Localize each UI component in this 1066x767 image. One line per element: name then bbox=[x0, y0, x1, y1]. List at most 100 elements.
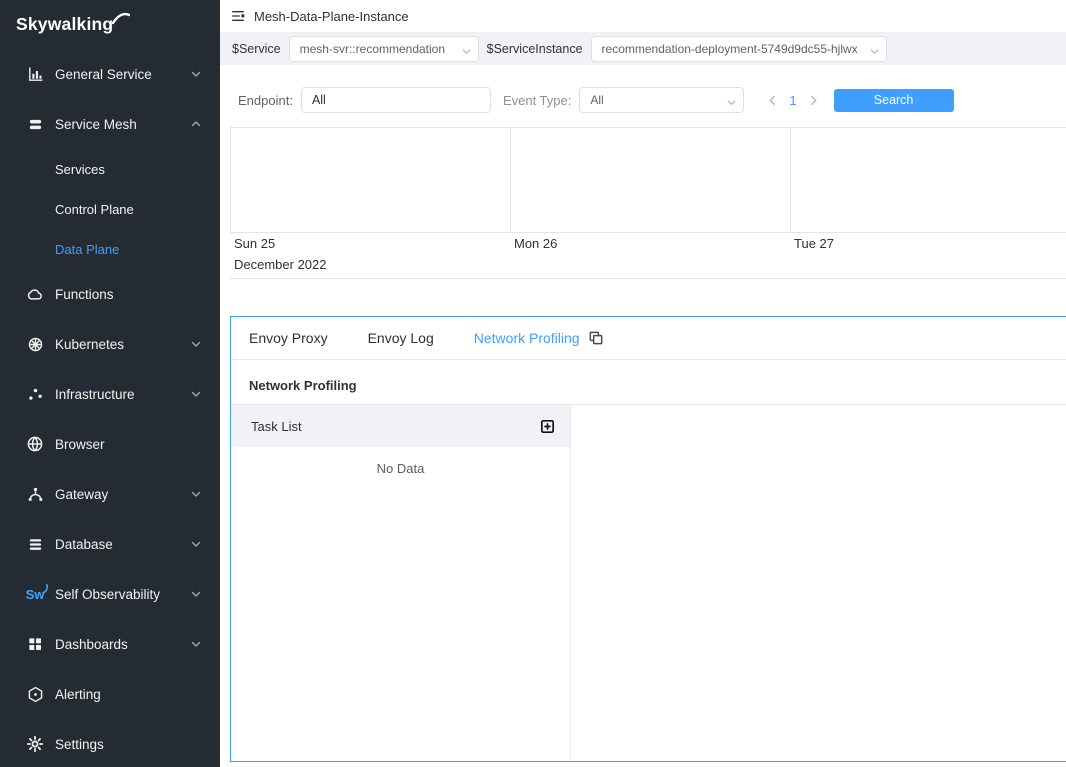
sw-icon: Sw bbox=[25, 587, 45, 602]
service-select[interactable]: mesh-svr::recommendation bbox=[289, 36, 479, 62]
chevron-down-icon bbox=[190, 338, 202, 350]
logo-swoosh-icon bbox=[112, 11, 130, 25]
task-list-empty-text: No Data bbox=[231, 461, 570, 476]
network-profiling-widget: Envoy Proxy Envoy Log Network Profiling … bbox=[230, 316, 1066, 762]
instance-select-value: recommendation-deployment-5749d9dc55-hjl… bbox=[602, 42, 858, 56]
sidebar-item-label: General Service bbox=[55, 67, 152, 82]
alert-icon bbox=[25, 686, 45, 703]
service-instance-select[interactable]: recommendation-deployment-5749d9dc55-hjl… bbox=[591, 36, 887, 62]
sidebar-item-label: Settings bbox=[55, 737, 104, 752]
sidebar-subitem-label: Control Plane bbox=[55, 202, 134, 217]
sidebar-item-functions[interactable]: Functions bbox=[0, 269, 220, 319]
sidebar-subitem-services[interactable]: Services bbox=[0, 149, 220, 189]
search-button[interactable]: Search bbox=[834, 89, 954, 112]
sidebar-item-label: Database bbox=[55, 537, 113, 552]
timeline-day-label: Mon 26 bbox=[510, 236, 790, 251]
sidebar-item-service-mesh[interactable]: Service Mesh bbox=[0, 99, 220, 149]
page-number[interactable]: 1 bbox=[789, 93, 796, 108]
timeline-day-labels: Sun 25 Mon 26 Tue 27 bbox=[230, 236, 1066, 251]
timeline-column bbox=[510, 128, 790, 232]
event-type-label: Event Type: bbox=[503, 93, 571, 108]
sidebar-item-dashboards[interactable]: Dashboards bbox=[0, 619, 220, 669]
tab-network-profiling[interactable]: Network Profiling bbox=[474, 330, 604, 346]
layers-icon bbox=[25, 116, 45, 133]
timeline-column bbox=[790, 128, 1066, 232]
sidebar-item-label: Alerting bbox=[55, 687, 101, 702]
event-type-select-value: All bbox=[590, 93, 603, 107]
sidebar-item-infrastructure[interactable]: Infrastructure bbox=[0, 369, 220, 419]
tab-label: Envoy Proxy bbox=[249, 330, 328, 346]
variable-bar: $Service mesh-svr::recommendation $Servi… bbox=[220, 32, 1066, 65]
sidebar-subitem-label: Services bbox=[55, 162, 105, 177]
chevron-down-icon bbox=[190, 488, 202, 500]
sidebar-item-kubernetes[interactable]: Kubernetes bbox=[0, 319, 220, 369]
sidebar: Skywalking General Service Service Mesh … bbox=[0, 0, 220, 767]
logo-text: Skywalking bbox=[16, 14, 113, 35]
chevron-down-icon bbox=[190, 588, 202, 600]
tab-envoy-proxy[interactable]: Envoy Proxy bbox=[249, 330, 328, 346]
sidebar-menu: General Service Service Mesh Services Co… bbox=[0, 49, 220, 767]
sidebar-subitem-data-plane[interactable]: Data Plane bbox=[0, 229, 220, 269]
add-task-button[interactable] bbox=[539, 418, 556, 435]
chevron-down-icon bbox=[190, 388, 202, 400]
sidebar-item-database[interactable]: Database bbox=[0, 519, 220, 569]
instance-var-label: $ServiceInstance bbox=[487, 42, 583, 56]
timeline-month-label: December 2022 bbox=[230, 257, 1066, 272]
sidebar-subitem-control-plane[interactable]: Control Plane bbox=[0, 189, 220, 229]
sidebar-item-settings[interactable]: Settings bbox=[0, 719, 220, 767]
dashboard-template-icon bbox=[230, 8, 246, 24]
service-select-value: mesh-svr::recommendation bbox=[300, 42, 445, 56]
sidebar-item-gateway[interactable]: Gateway bbox=[0, 469, 220, 519]
endpoint-input[interactable] bbox=[301, 87, 491, 113]
event-list-widget: Endpoint: Event Type: All 1 Search bbox=[230, 65, 1066, 279]
event-toolbar: Endpoint: Event Type: All 1 Search bbox=[230, 87, 1066, 113]
sidebar-item-self-observability[interactable]: Sw Self Observability bbox=[0, 569, 220, 619]
chevron-down-icon bbox=[190, 538, 202, 550]
nodes-icon bbox=[25, 386, 45, 403]
sidebar-item-label: Kubernetes bbox=[55, 337, 124, 352]
database-icon bbox=[25, 536, 45, 553]
sidebar-item-label: Gateway bbox=[55, 487, 108, 502]
grid-icon bbox=[25, 636, 45, 652]
sidebar-item-general-service[interactable]: General Service bbox=[0, 49, 220, 99]
sidebar-item-label: Service Mesh bbox=[55, 117, 137, 132]
bar-chart-icon bbox=[25, 66, 45, 83]
kubernetes-icon bbox=[25, 336, 45, 353]
event-timeline-chart bbox=[230, 127, 1066, 233]
sidebar-item-alerting[interactable]: Alerting bbox=[0, 669, 220, 719]
pagination: 1 bbox=[766, 93, 819, 108]
service-var-label: $Service bbox=[232, 42, 281, 56]
dashboard-titlebar: Mesh-Data-Plane-Instance bbox=[220, 0, 1066, 32]
gateway-icon bbox=[25, 486, 45, 503]
page-title: Mesh-Data-Plane-Instance bbox=[254, 9, 409, 24]
cloud-icon bbox=[25, 285, 45, 303]
profiling-chart-area bbox=[571, 405, 1066, 761]
sidebar-item-label: Infrastructure bbox=[55, 387, 135, 402]
sidebar-subitem-label: Data Plane bbox=[55, 242, 119, 257]
chevron-down-icon bbox=[461, 44, 472, 62]
event-type-select[interactable]: All bbox=[579, 87, 744, 113]
endpoint-label: Endpoint: bbox=[238, 93, 293, 108]
chevron-down-icon bbox=[190, 638, 202, 650]
section-title: Network Profiling bbox=[231, 360, 1066, 405]
sidebar-item-browser[interactable]: Browser bbox=[0, 419, 220, 469]
globe-icon bbox=[25, 435, 45, 453]
sidebar-item-label: Functions bbox=[55, 287, 114, 302]
copy-icon[interactable] bbox=[588, 330, 604, 346]
task-list-panel: Task List No Data bbox=[231, 405, 571, 761]
task-list-header: Task List bbox=[231, 405, 570, 447]
chevron-right-icon[interactable] bbox=[807, 94, 820, 107]
chevron-left-icon[interactable] bbox=[766, 94, 779, 107]
dashboard-body: Endpoint: Event Type: All 1 Search bbox=[220, 65, 1066, 767]
chevron-up-icon bbox=[190, 118, 202, 130]
sidebar-item-label: Browser bbox=[55, 437, 105, 452]
timeline-column bbox=[230, 128, 510, 232]
task-list-title: Task List bbox=[251, 419, 302, 434]
tab-envoy-log[interactable]: Envoy Log bbox=[368, 330, 434, 346]
network-profiling-body: Task List No Data bbox=[231, 405, 1066, 761]
gear-icon bbox=[25, 735, 45, 753]
tabbar: Envoy Proxy Envoy Log Network Profiling bbox=[231, 317, 1066, 360]
timeline-day-label: Sun 25 bbox=[230, 236, 510, 251]
logo[interactable]: Skywalking bbox=[0, 0, 220, 49]
tab-label: Network Profiling bbox=[474, 330, 580, 346]
